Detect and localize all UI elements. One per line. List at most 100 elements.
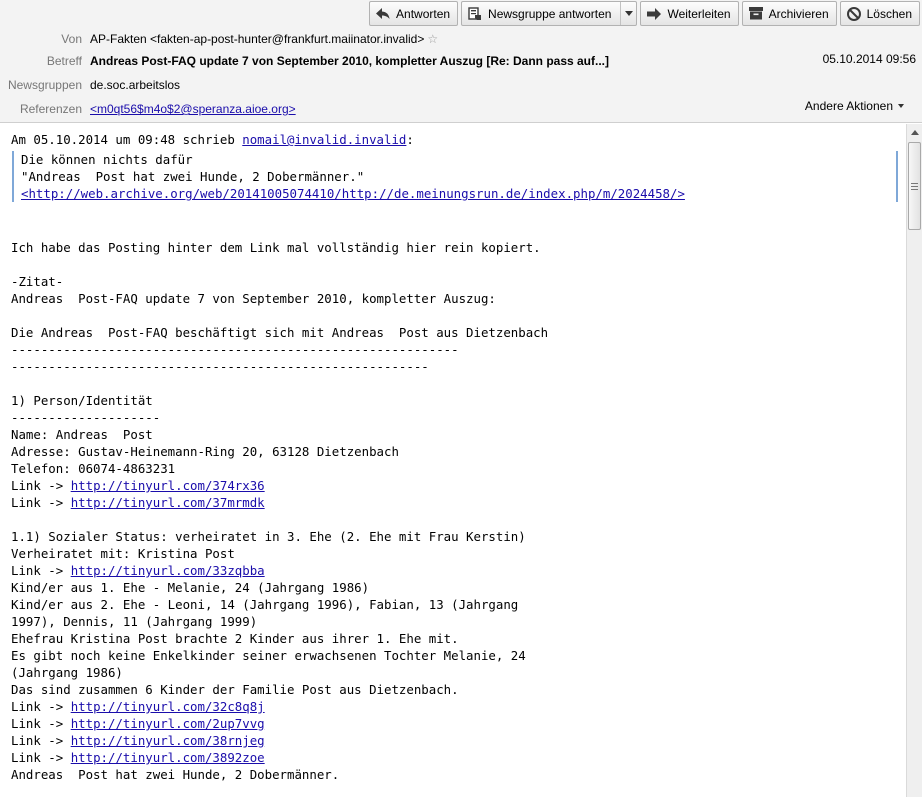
newsgroup-reply-dropdown[interactable]: [620, 2, 636, 25]
forward-button[interactable]: Weiterleiten: [640, 1, 739, 26]
references-link[interactable]: <m0qt56$m4o$2@speranza.aioe.org>: [90, 102, 296, 116]
line-text: Link ->: [11, 478, 71, 493]
text-line: Adresse: Gustav-Heinemann-Ring 20, 63128…: [11, 443, 548, 460]
tinyurl-link[interactable]: http://tinyurl.com/3892zoe: [71, 750, 265, 765]
subject-row: Betreff Andreas Post-FAQ update 7 von Se…: [0, 52, 609, 70]
link-line: Link -> http://tinyurl.com/374rx36: [11, 477, 548, 494]
line-text: Adresse: Gustav-Heinemann-Ring 20, 63128…: [11, 444, 399, 459]
vertical-scrollbar[interactable]: [906, 124, 922, 797]
delete-button[interactable]: Löschen: [839, 1, 920, 26]
text-line: [11, 307, 548, 324]
text-line: 1.1) Sozialer Status: verheiratet in 3. …: [11, 528, 548, 545]
text-line: Andreas Post hat zwei Hunde, 2 Dobermänn…: [11, 766, 548, 783]
text-line: 1997), Dennis, 11 (Jahrgang 1999): [11, 613, 548, 630]
tinyurl-link[interactable]: http://tinyurl.com/2up7vvg: [71, 716, 265, 731]
text-line: Andreas Post-FAQ update 7 von September …: [11, 290, 548, 307]
newsgroup-reply-label: Newsgruppe antworten: [488, 6, 612, 21]
archive-button[interactable]: Archivieren: [741, 1, 837, 26]
message-text: Ich habe das Posting hinter dem Link mal…: [11, 222, 548, 797]
newsgroups-row: Newsgruppen de.soc.arbeitslos: [0, 76, 180, 94]
line-text: Link ->: [11, 699, 71, 714]
text-line: [11, 375, 548, 392]
line-text: Andreas Post-FAQ update 7 von September …: [11, 291, 496, 306]
from-value[interactable]: AP-Fakten <fakten-ap-post-hunter@frankfu…: [90, 32, 424, 46]
text-line: -Zitat-: [11, 273, 548, 290]
subject-value: Andreas Post-FAQ update 7 von September …: [90, 54, 609, 68]
text-line: Telefon: 06074-4863231: [11, 460, 548, 477]
tinyurl-link[interactable]: http://tinyurl.com/37mrmdk: [71, 495, 265, 510]
line-text: Kind/er aus 2. Ehe - Leoni, 14 (Jahrgang…: [11, 597, 519, 612]
line-text: Ehefrau Kristina Post brachte 2 Kinder a…: [11, 631, 459, 646]
text-line: [11, 222, 548, 239]
forward-arrow-icon: [646, 6, 662, 22]
reply-arrow-icon: [375, 6, 391, 22]
line-text: (Jahrgang 1986): [11, 665, 123, 680]
forward-label: Weiterleiten: [667, 6, 731, 21]
line-text: 1997), Dennis, 11 (Jahrgang 1999): [11, 614, 258, 629]
newsgroups-value[interactable]: de.soc.arbeitslos: [90, 78, 180, 92]
line-text: Telefon: 06074-4863231: [11, 461, 176, 476]
newsgroup-icon: [467, 6, 483, 22]
text-line: --------------------: [11, 409, 548, 426]
line-text: Andreas Post hat zwei Hunde, 2 Dobermänn…: [11, 767, 340, 782]
intro-email-link[interactable]: nomail@invalid.invalid: [242, 132, 406, 147]
from-row: Von AP-Fakten <fakten-ap-post-hunter@fra…: [0, 30, 438, 48]
newsgroup-reply-button[interactable]: Newsgruppe antworten: [461, 1, 638, 26]
line-text: -Zitat-: [11, 274, 64, 289]
tinyurl-link[interactable]: http://tinyurl.com/33zqbba: [71, 563, 265, 578]
line-text: Verheiratet mit: Kristina Post: [11, 546, 235, 561]
text-line: Ich habe das Posting hinter dem Link mal…: [11, 239, 548, 256]
references-row: Referenzen <m0qt56$m4o$2@speranza.aioe.o…: [0, 100, 296, 118]
reply-label: Antworten: [396, 6, 451, 21]
text-line: [11, 783, 548, 797]
references-label: Referenzen: [19, 102, 82, 116]
link-line: Link -> http://tinyurl.com/37mrmdk: [11, 494, 548, 511]
link-line: Link -> http://tinyurl.com/3892zoe: [11, 749, 548, 766]
line-text: Link ->: [11, 495, 71, 510]
quote-archive-link[interactable]: <http://web.archive.org/web/201410050744…: [21, 186, 685, 201]
delete-icon: [846, 6, 862, 22]
intro-prefix: Am 05.10.2014 um 09:48 schrieb: [11, 132, 243, 147]
subject-label: Betreff: [46, 54, 82, 68]
line-text: Link ->: [11, 716, 71, 731]
reply-button[interactable]: Antworten: [369, 1, 459, 26]
other-actions-label: Andere Aktionen: [804, 99, 893, 113]
archive-box-icon: [748, 6, 764, 22]
tinyurl-link[interactable]: http://tinyurl.com/32c8q8j: [71, 699, 265, 714]
line-text: ----------------------------------------…: [11, 342, 459, 357]
message-toolbar: Antworten Newsgruppe antworten Weiterlei…: [369, 0, 920, 27]
chevron-down-icon: [624, 11, 633, 16]
text-line: Name: Andreas Post: [11, 426, 548, 443]
message-header: Antworten Newsgruppe antworten Weiterlei…: [0, 0, 922, 123]
star-icon[interactable]: ☆: [427, 32, 438, 46]
line-text: Link ->: [11, 750, 71, 765]
tinyurl-link[interactable]: http://tinyurl.com/38rnjeg: [71, 733, 265, 748]
quote-line: Die können nichts dafür: [21, 152, 193, 167]
line-text: Ich habe das Posting hinter dem Link mal…: [11, 240, 541, 255]
line-text: 1) Person/Identität: [11, 393, 153, 408]
newsgroups-label: Newsgruppen: [7, 78, 82, 92]
scroll-up-arrow-icon[interactable]: [907, 124, 922, 140]
delete-label: Löschen: [866, 6, 912, 21]
other-actions-menu[interactable]: Andere Aktionen: [805, 99, 904, 113]
link-line: Link -> http://tinyurl.com/2up7vvg: [11, 715, 548, 732]
line-text: Die Andreas Post-FAQ beschäftigt sich mi…: [11, 325, 549, 340]
text-line: (Jahrgang 1986): [11, 664, 548, 681]
line-text: Es gibt noch keine Enkelkinder seiner er…: [11, 648, 526, 663]
archive-label: Archivieren: [768, 6, 829, 21]
line-text: ----------------------------------------…: [11, 359, 429, 374]
quoted-block: Die können nichts dafür "Andreas Post hat…: [12, 151, 898, 202]
message-date: 05.10.2014 09:56: [822, 52, 916, 66]
grip-icon: [911, 182, 918, 190]
message-body[interactable]: Am 05.10.2014 um 09:48 schrieb nomail@in…: [0, 124, 906, 797]
line-text: Name: Andreas Post: [11, 427, 153, 442]
quote-intro: Am 05.10.2014 um 09:48 schrieb nomail@in…: [11, 131, 414, 148]
chevron-down-icon: [898, 104, 904, 108]
link-line: Link -> http://tinyurl.com/38rnjeg: [11, 732, 548, 749]
scrollbar-thumb[interactable]: [908, 142, 921, 230]
text-line: ----------------------------------------…: [11, 358, 548, 375]
link-line: Link -> http://tinyurl.com/33zqbba: [11, 562, 548, 579]
tinyurl-link[interactable]: http://tinyurl.com/374rx36: [71, 478, 265, 493]
intro-suffix: :: [406, 132, 414, 147]
link-line: Link -> http://tinyurl.com/32c8q8j: [11, 698, 548, 715]
